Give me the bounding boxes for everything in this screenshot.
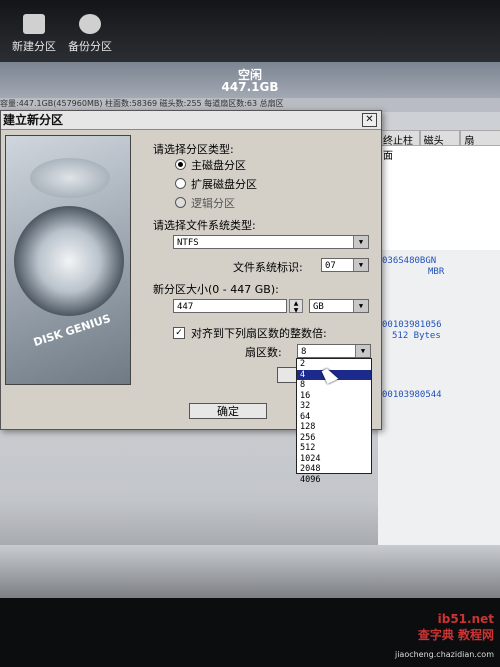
fs-id-select[interactable]: 07 ▼ bbox=[321, 258, 369, 272]
backup-partition-button[interactable]: 备份分区 bbox=[60, 14, 120, 54]
size-stepper[interactable]: ▲ ▼ bbox=[289, 299, 303, 314]
sector-value-text: 00103980544 bbox=[382, 390, 442, 400]
size-input[interactable]: 447 bbox=[173, 299, 287, 313]
platter-top bbox=[30, 158, 110, 198]
partition-table: 终止柱面 磁头 扇 bbox=[378, 130, 500, 250]
backup-partition-icon bbox=[79, 14, 101, 34]
sector-count-value: 8 bbox=[301, 347, 307, 357]
disk-free-bar[interactable]: 空闲 447.1GB bbox=[0, 62, 500, 98]
ok-button-label: 确定 bbox=[217, 405, 239, 418]
align-checkbox[interactable]: ✓ bbox=[173, 327, 185, 339]
disk-info-text: 容量:447.1GB(457960MB) 柱面数:58369 磁头数:255 每… bbox=[0, 99, 284, 108]
toolbar: 新建分区 备份分区 bbox=[0, 0, 500, 62]
sector-option[interactable]: 4096 bbox=[297, 475, 371, 486]
sector-option[interactable]: 512 bbox=[297, 443, 371, 454]
fs-id-value: 07 bbox=[325, 261, 336, 271]
sector-option[interactable]: 128 bbox=[297, 422, 371, 433]
size-label: 新分区大小(0 - 447 GB): bbox=[153, 283, 279, 296]
backup-partition-label: 备份分区 bbox=[68, 40, 112, 53]
sector-option[interactable]: 64 bbox=[297, 412, 371, 423]
ok-button[interactable]: 确定 bbox=[189, 403, 267, 419]
sector-option[interactable]: 256 bbox=[297, 433, 371, 444]
chevron-down-icon: ▼ bbox=[353, 236, 368, 248]
brand-logo: DISK GENIUS bbox=[31, 311, 113, 350]
sector-total-text: 00103981056 bbox=[382, 320, 442, 330]
sector-option[interactable]: 1024 bbox=[297, 454, 371, 465]
advanced-button[interactable] bbox=[277, 367, 297, 383]
radio-primary[interactable] bbox=[175, 159, 186, 170]
radio-logical-label: 逻辑分区 bbox=[191, 197, 235, 210]
status-area bbox=[0, 545, 500, 600]
radio-extended-label: 扩展磁盘分区 bbox=[191, 178, 257, 191]
close-icon[interactable]: ✕ bbox=[362, 113, 377, 127]
watermark-site: 查字典 教程网 bbox=[417, 628, 494, 642]
disk-model-text: 036S480BGN bbox=[382, 256, 437, 266]
col-sector: 扇 bbox=[460, 130, 500, 147]
fs-type-select[interactable]: NTFS ▼ bbox=[173, 235, 369, 249]
disk-genius-image: DISK GENIUS bbox=[5, 135, 131, 385]
sector-count-label: 扇区数: bbox=[245, 346, 282, 359]
chevron-down-icon: ▼ bbox=[353, 300, 368, 312]
free-size: 447.1GB bbox=[221, 80, 279, 94]
dialog-title: 建立新分区 bbox=[3, 113, 64, 127]
disk-details-panel bbox=[378, 250, 500, 550]
radio-primary-label: 主磁盘分区 bbox=[191, 159, 246, 172]
radio-extended[interactable] bbox=[175, 178, 186, 189]
watermark: ib51.net 查字典 教程网 bbox=[418, 612, 494, 643]
partition-type-label: 请选择分区类型: bbox=[153, 143, 234, 156]
partition-style-text: MBR bbox=[428, 267, 445, 277]
sector-count-select[interactable]: 8 ▼ bbox=[297, 344, 371, 358]
align-label: 对齐到下列扇区数的整数倍: bbox=[191, 327, 327, 340]
new-partition-button[interactable]: 新建分区 bbox=[4, 14, 64, 54]
platter bbox=[14, 206, 124, 316]
chevron-down-icon: ▼ bbox=[353, 259, 368, 271]
fs-id-label: 文件系统标识: bbox=[233, 261, 303, 274]
watermark-tag: ib51.net bbox=[437, 612, 494, 626]
col-head: 磁头 bbox=[419, 130, 461, 147]
size-value: 447 bbox=[177, 302, 194, 312]
fs-type-label: 请选择文件系统类型: bbox=[153, 219, 256, 232]
chevron-down-icon: ▼ bbox=[355, 345, 370, 357]
col-end-cylinder: 终止柱面 bbox=[379, 130, 420, 162]
table-header: 终止柱面 磁头 扇 bbox=[379, 130, 500, 162]
dialog-titlebar: 建立新分区 ✕ bbox=[1, 111, 381, 130]
sector-size-text: 512 Bytes bbox=[392, 331, 441, 341]
watermark-url: jiaocheng.chazidian.com bbox=[394, 650, 494, 659]
screen: 新建分区 备份分区 空闲 447.1GB 容量:447.1GB(457960MB… bbox=[0, 0, 500, 667]
fs-type-value: NTFS bbox=[177, 238, 199, 248]
new-partition-icon bbox=[23, 14, 45, 34]
sector-option[interactable]: 2048 bbox=[297, 464, 371, 475]
new-partition-label: 新建分区 bbox=[12, 40, 56, 53]
sector-option[interactable]: 2 bbox=[297, 359, 371, 370]
sector-option[interactable]: 32 bbox=[297, 401, 371, 412]
sector-option[interactable]: 8 bbox=[297, 380, 371, 391]
size-unit-select[interactable]: GB ▼ bbox=[309, 299, 369, 313]
sector-option[interactable]: 16 bbox=[297, 391, 371, 402]
size-unit-value: GB bbox=[313, 302, 324, 312]
radio-logical[interactable] bbox=[175, 197, 186, 208]
